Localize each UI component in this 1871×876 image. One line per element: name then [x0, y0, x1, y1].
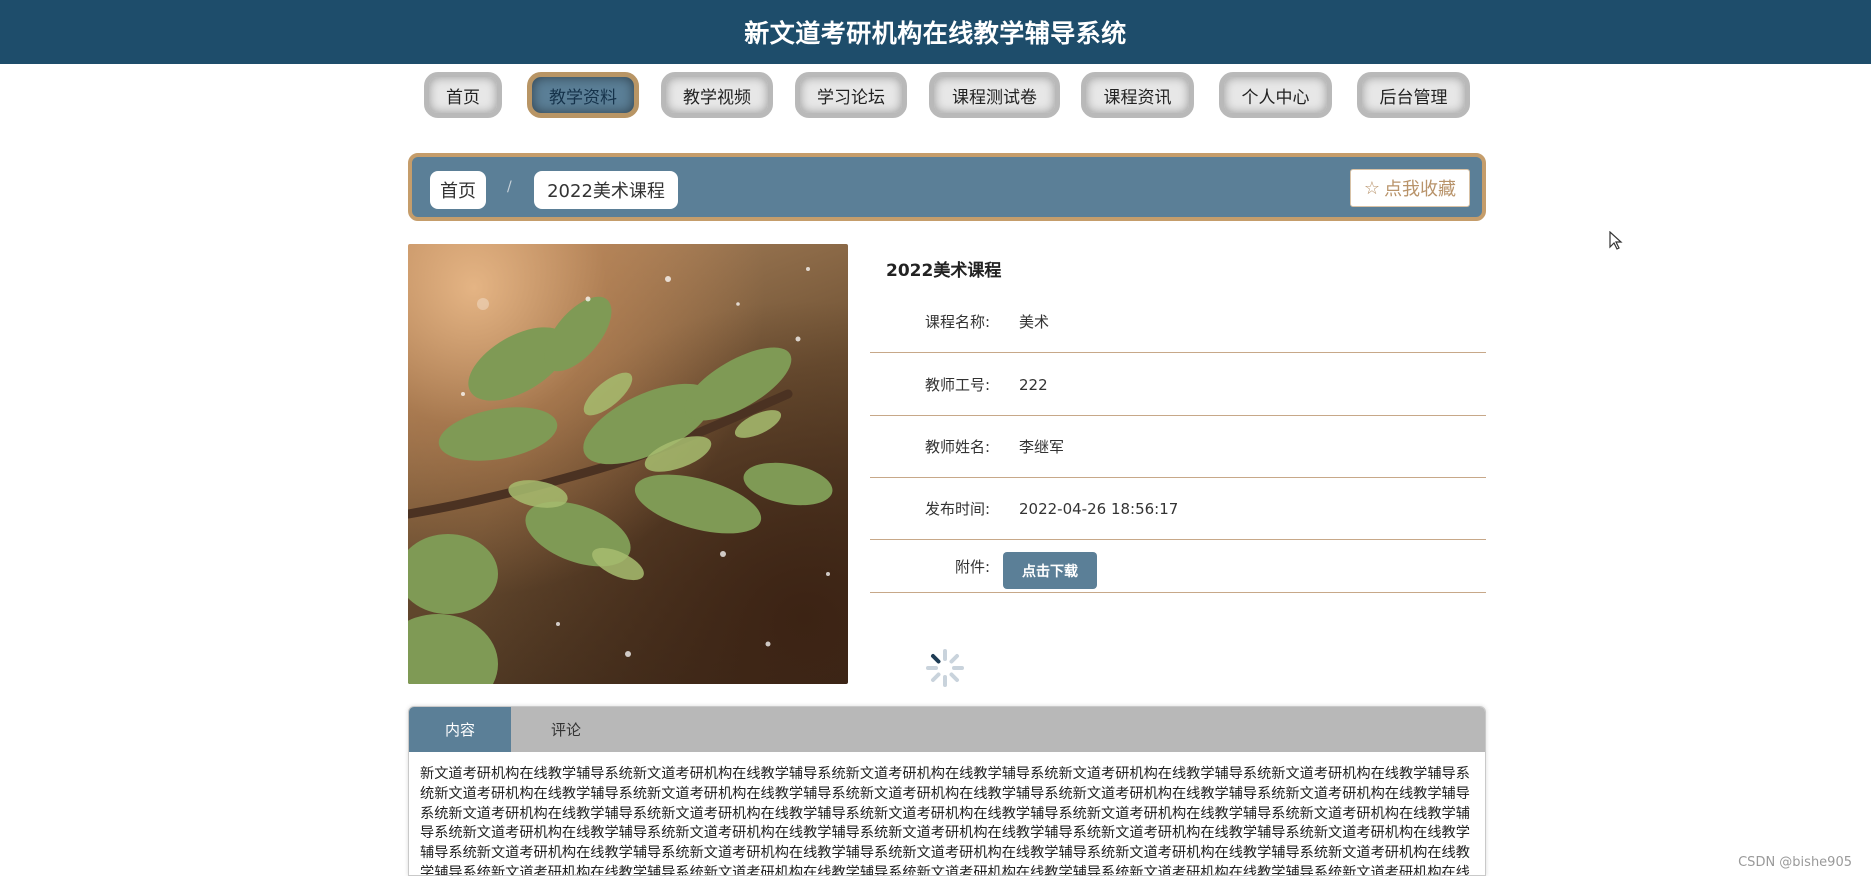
loading-spinner-icon — [926, 649, 964, 687]
detail-row-teacher-name: 教师姓名: 李继军 — [870, 416, 1486, 478]
nav-item-course-tests[interactable]: 课程测试卷 — [929, 72, 1060, 118]
favorite-label: 点我收藏 — [1384, 179, 1457, 200]
row-value: 李继军 — [1019, 438, 1065, 456]
tab-comments[interactable]: 评论 — [511, 707, 621, 752]
mouse-cursor-icon — [1609, 231, 1623, 250]
breadcrumb-current: 2022美术课程 — [534, 171, 678, 209]
detail-row-attachment: 附件: 点击下载 — [870, 541, 1486, 593]
tab-content[interactable]: 内容 — [409, 707, 511, 752]
nav-item-study-forum[interactable]: 学习论坛 — [795, 72, 907, 118]
breadcrumb-separator: / — [507, 179, 512, 195]
content-text: 新文道考研机构在线教学辅导系统新文道考研机构在线教学辅导系统新文道考研机构在线教… — [420, 766, 1470, 876]
breadcrumb-home[interactable]: 首页 — [430, 171, 486, 209]
row-label: 教师姓名: — [924, 438, 990, 456]
nav-item-course-news[interactable]: 课程资讯 — [1081, 72, 1194, 118]
row-value: 美术 — [1019, 313, 1050, 331]
course-cover-image — [408, 244, 848, 684]
row-value: 2022-04-26 18:56:17 — [1019, 499, 1179, 518]
star-outline-icon: ☆ — [1363, 177, 1381, 199]
nav-item-personal-center[interactable]: 个人中心 — [1219, 72, 1332, 118]
detail-row-publish-time: 发布时间: 2022-04-26 18:56:17 — [870, 478, 1486, 540]
row-value: 222 — [1019, 375, 1048, 394]
row-label: 课程名称: — [924, 313, 990, 331]
breadcrumb-bar: 首页 / 2022美术课程 ☆ 点我收藏 — [408, 153, 1486, 221]
row-label: 教师工号: — [924, 376, 990, 394]
download-button[interactable]: 点击下载 — [1003, 552, 1097, 589]
nav-item-home[interactable]: 首页 — [424, 72, 502, 118]
row-label: 发布时间: — [924, 500, 990, 518]
main-nav: 首页 教学资料 教学视频 学习论坛 课程测试卷 课程资讯 个人中心 后台管理 — [0, 72, 1871, 124]
nav-item-teaching-materials[interactable]: 教学资料 — [527, 72, 639, 118]
tab-header: 内容 评论 — [409, 707, 1485, 752]
nav-item-teaching-videos[interactable]: 教学视频 — [661, 72, 773, 118]
favorite-button[interactable]: ☆ 点我收藏 — [1350, 169, 1470, 207]
content-tabs: 内容 评论 新文道考研机构在线教学辅导系统新文道考研机构在线教学辅导系统新文道考… — [408, 706, 1486, 876]
detail-row-teacher-id: 教师工号: 222 — [870, 354, 1486, 416]
watermark: CSDN @bishe905 — [1738, 855, 1852, 870]
detail-row-course-name: 课程名称: 美术 — [870, 291, 1486, 353]
detail-title: 2022美术课程 — [886, 261, 1002, 281]
site-title: 新文道考研机构在线教学辅导系统 — [744, 19, 1127, 48]
row-label: 附件: — [954, 558, 990, 576]
nav-item-admin[interactable]: 后台管理 — [1357, 72, 1470, 118]
top-header: 新文道考研机构在线教学辅导系统 — [0, 0, 1871, 64]
